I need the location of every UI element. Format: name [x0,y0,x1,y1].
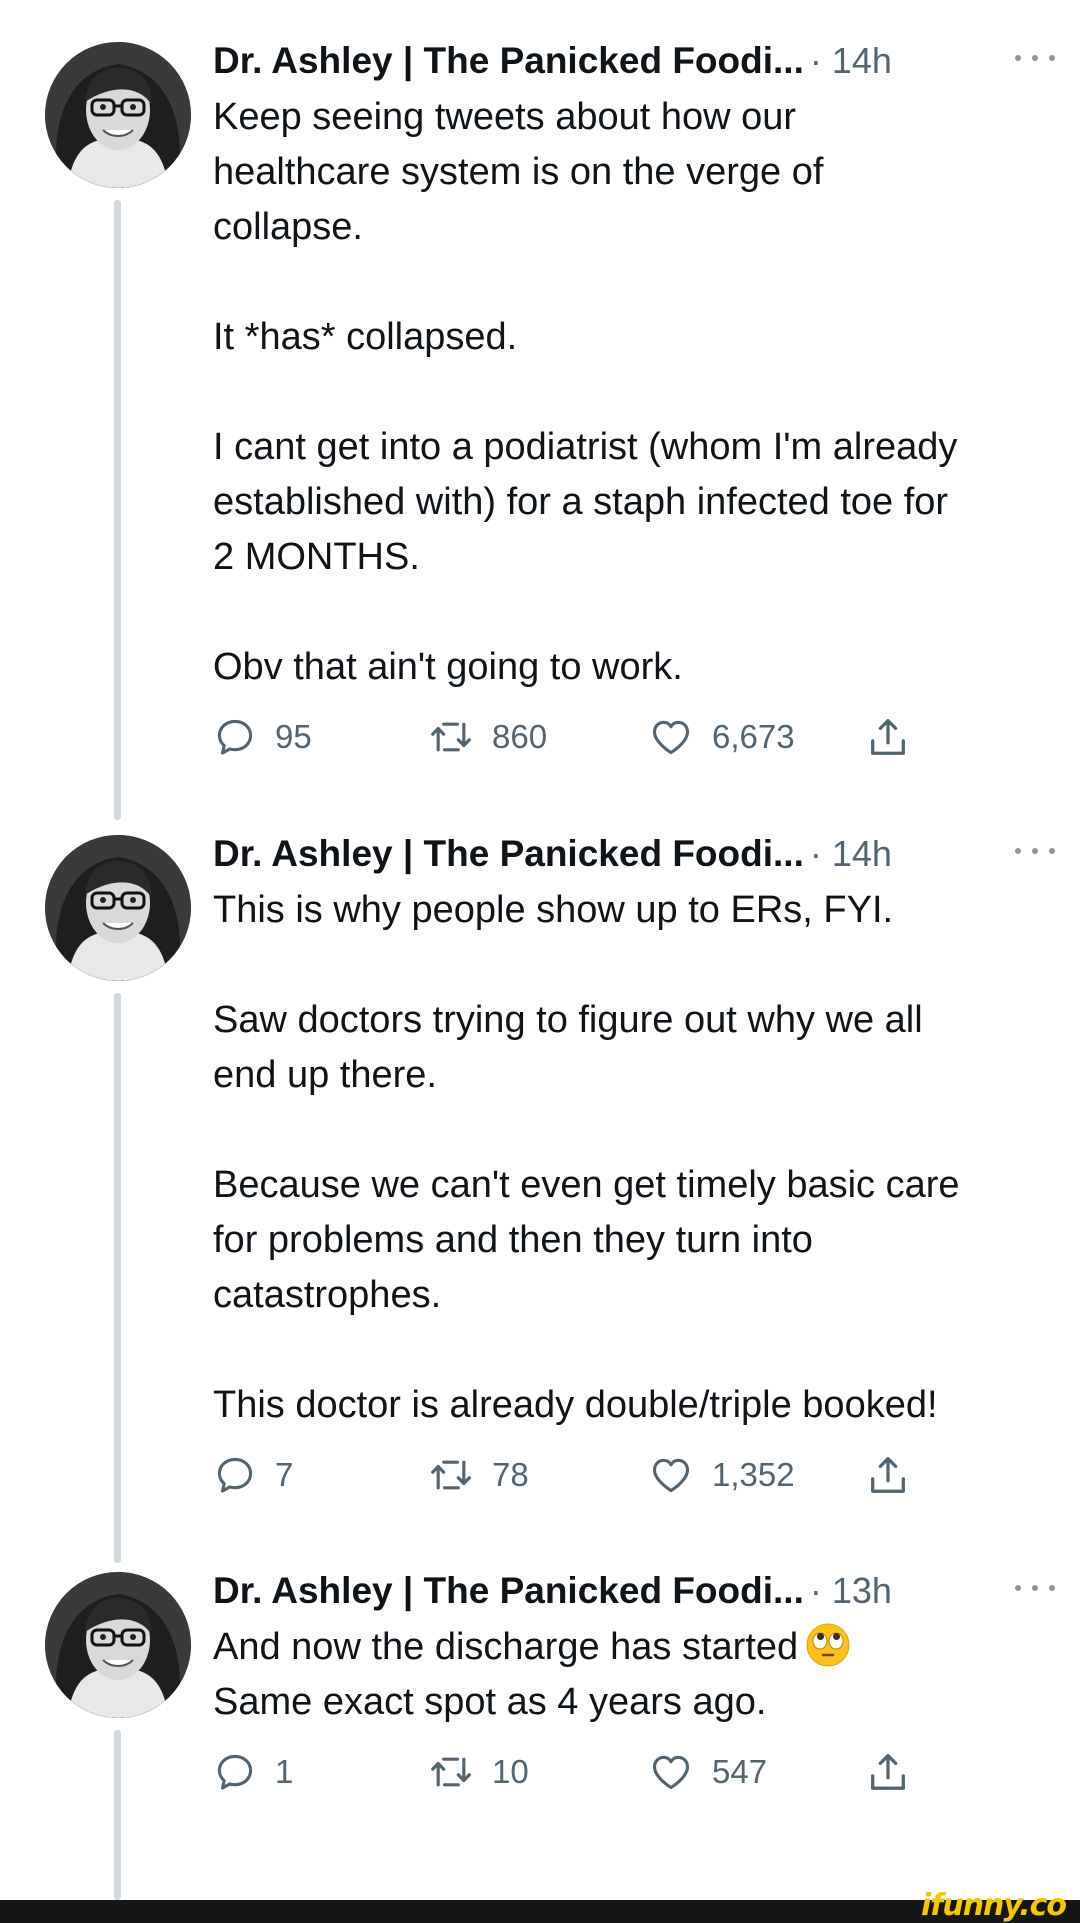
tweet-time[interactable]: · 14h [810,833,892,875]
share-icon [871,1457,905,1493]
tweet-text: And now the discharge has started Same e… [213,1620,1063,1730]
retweet-button[interactable]: 10 [428,1742,529,1802]
more-options-icon[interactable] [1015,841,1055,861]
like-icon [652,1458,690,1493]
like-count: 547 [712,1753,768,1790]
share-icon [871,1754,905,1790]
author-name[interactable]: Dr. Ashley | The Panicked Foodi... [213,40,804,82]
retweet-icon [431,1460,471,1490]
like-button[interactable]: 6,673 [648,707,795,767]
tweet-thread: Dr. Ashley | The Panicked Foodi... · 14h… [0,0,1080,1900]
like-icon [652,1755,690,1790]
tweet[interactable]: Dr. Ashley | The Panicked Foodi... · 14h… [0,40,1080,820]
tweet-content: Dr. Ashley | The Panicked Foodi... · 13h… [213,1570,1063,1802]
tweet-time[interactable]: · 13h [810,1570,892,1612]
thread-connector-line [114,1730,121,1900]
avatar[interactable] [45,1572,191,1718]
avatar[interactable] [45,42,191,188]
more-options-icon[interactable] [1015,1578,1055,1598]
footer-bar: ifunny.co [0,1888,1080,1923]
retweet-count: 78 [492,1456,529,1493]
author-name[interactable]: Dr. Ashley | The Panicked Foodi... [213,833,804,875]
more-options-icon[interactable] [1015,48,1055,68]
tweet-content: Dr. Ashley | The Panicked Foodi... · 14h… [213,833,1063,1505]
thread-connector-line [114,200,121,820]
tweet-header: Dr. Ashley | The Panicked Foodi... · 13h [213,1570,1063,1618]
reply-icon [217,1754,253,1790]
tweet-text: Keep seeing tweets about how our healthc… [213,96,958,688]
like-button[interactable]: 547 [648,1742,767,1802]
like-count: 1,352 [712,1456,795,1493]
retweet-icon [431,1757,471,1787]
reply-count: 7 [275,1456,294,1493]
tweet-text: This is why people show up to ERs, FYI. … [213,889,960,1426]
like-icon [652,720,690,755]
retweet-count: 860 [492,718,548,755]
tweet-actions: 7 78 1,352 [213,1445,1063,1505]
tweet[interactable]: Dr. Ashley | The Panicked Foodi... · 13h… [0,1570,1080,1900]
tweet-actions: 1 10 547 [213,1742,1063,1802]
face-with-rolling-eyes-emoji [806,1623,850,1667]
tweet-time[interactable]: · 14h [810,40,892,82]
avatar[interactable] [45,835,191,981]
retweet-icon [431,722,471,752]
retweet-button[interactable]: 78 [428,1445,529,1505]
watermark: ifunny.co [921,1888,1067,1923]
share-icon [871,719,905,755]
like-count: 6,673 [712,718,795,755]
tweet-text-line: And now the discharge has started [213,1626,799,1668]
thread-connector-line [114,993,121,1563]
tweet-text-rest: Same exact spot as 4 years ago. [213,1681,767,1723]
reply-count: 1 [275,1753,294,1790]
reply-count: 95 [275,718,312,755]
share-button[interactable] [865,707,911,767]
tweet-header: Dr. Ashley | The Panicked Foodi... · 14h [213,40,1063,88]
tweet[interactable]: Dr. Ashley | The Panicked Foodi... · 14h… [0,833,1080,1563]
share-button[interactable] [865,1742,911,1802]
retweet-count: 10 [492,1753,529,1790]
like-button[interactable]: 1,352 [648,1445,795,1505]
share-button[interactable] [865,1445,911,1505]
tweet-actions: 95 860 6,673 [213,707,1063,767]
reply-button[interactable]: 95 [213,707,312,767]
reply-button[interactable]: 1 [213,1742,293,1802]
reply-icon [217,719,253,755]
author-name[interactable]: Dr. Ashley | The Panicked Foodi... [213,1570,804,1612]
reply-button[interactable]: 7 [213,1445,293,1505]
tweet-header: Dr. Ashley | The Panicked Foodi... · 14h [213,833,1063,881]
retweet-button[interactable]: 860 [428,707,547,767]
tweet-content: Dr. Ashley | The Panicked Foodi... · 14h… [213,40,1063,767]
reply-icon [217,1457,253,1493]
